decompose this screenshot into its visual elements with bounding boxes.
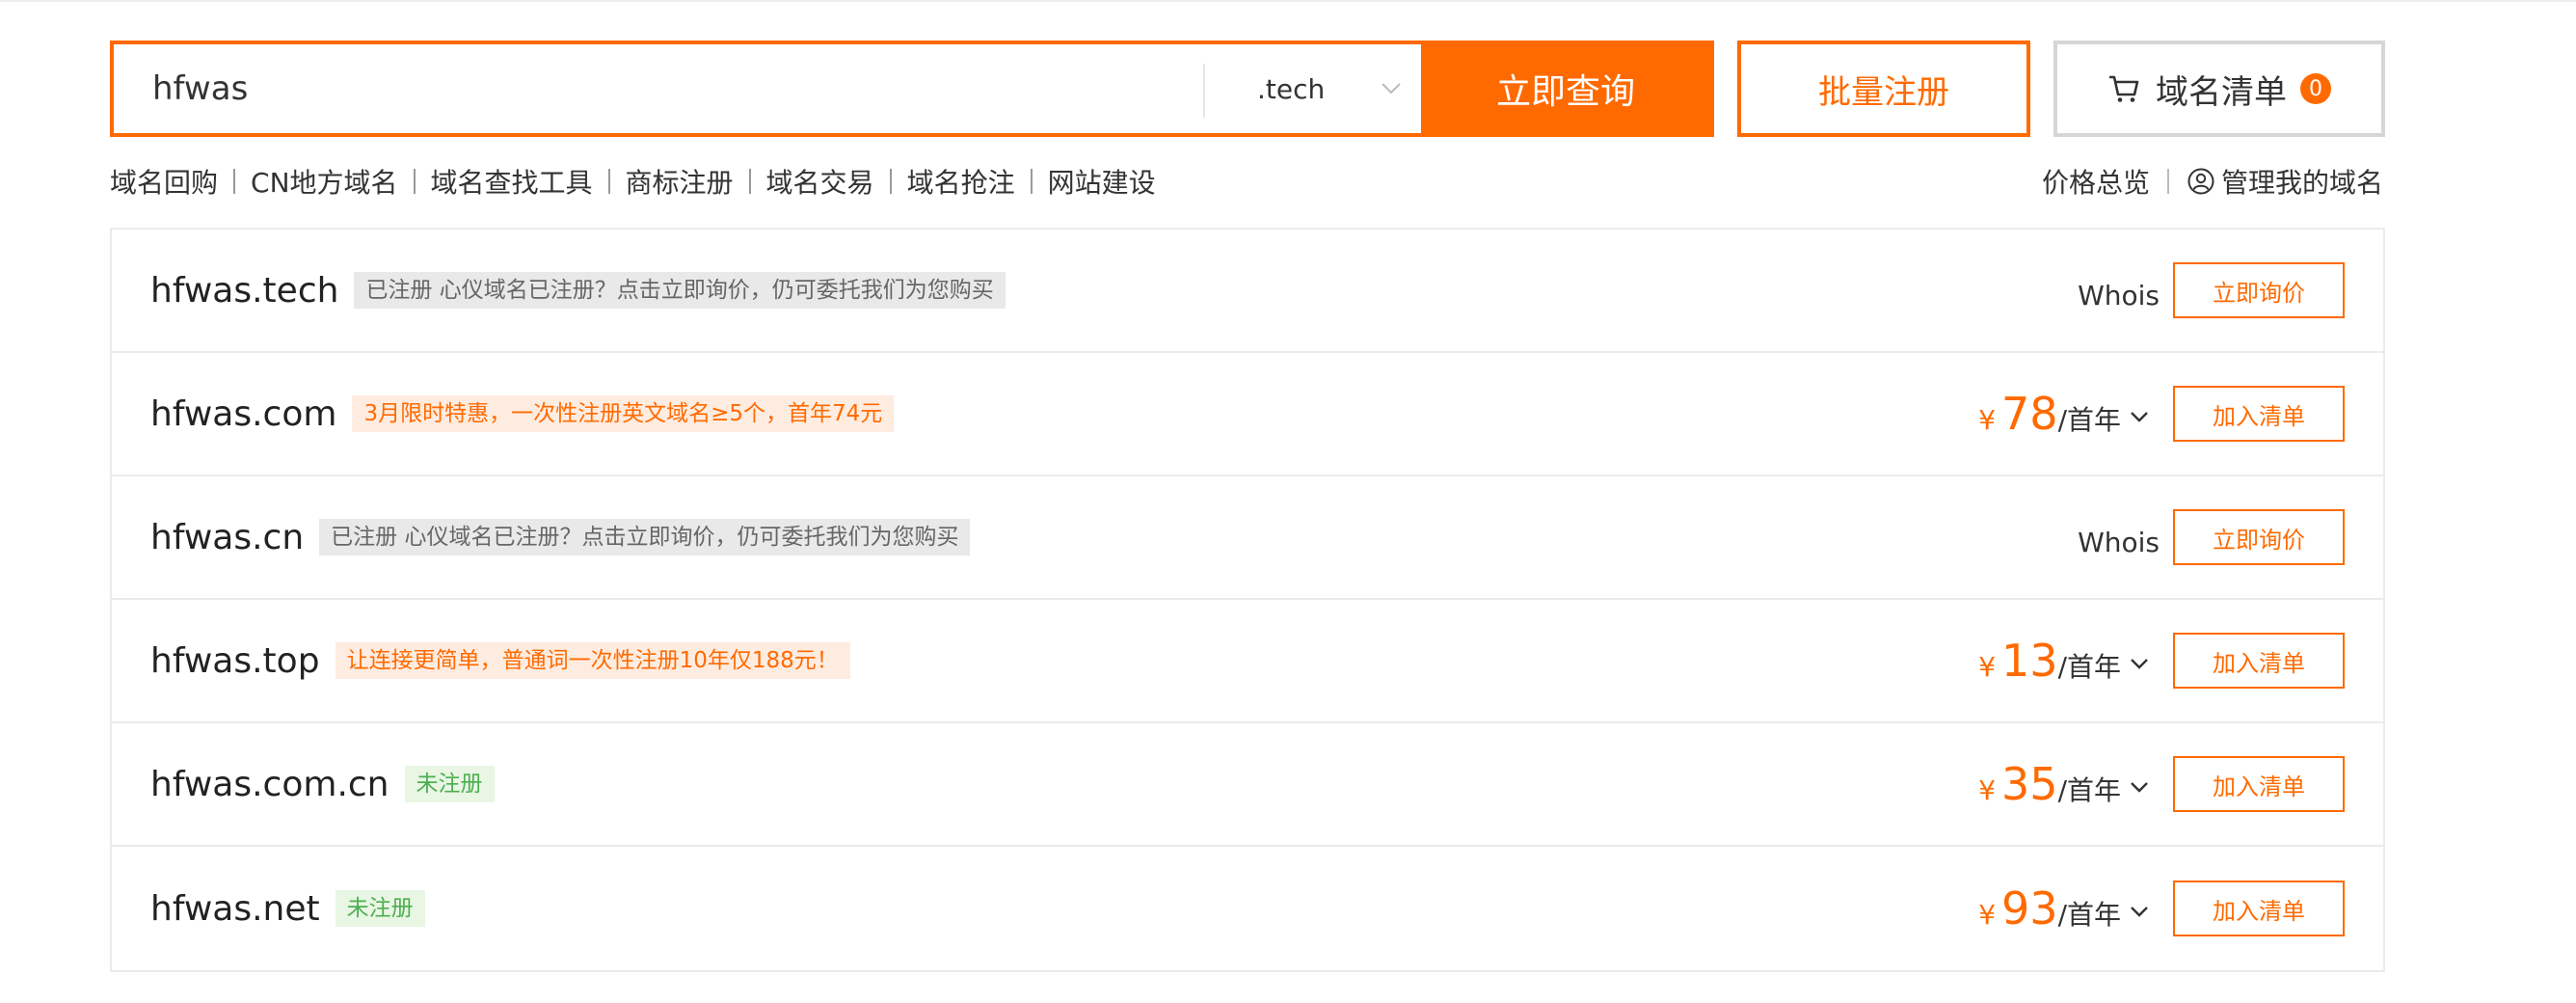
price-selector[interactable]: ¥ 35 /首年 <box>1978 758 2150 810</box>
sub-navigation: 域名回购 CN地方域名 域名查找工具 商标注册 域名交易 域名抢注 网站建设 <box>110 160 1156 203</box>
subnav-domain-buyback[interactable]: 域名回购 <box>110 162 218 201</box>
price-selector[interactable]: ¥ 78 /首年 <box>1978 388 2150 440</box>
price-selector[interactable]: ¥ 13 /首年 <box>1978 635 2150 687</box>
domain-name: hfwas.tech <box>150 270 339 311</box>
subnav-trademark-registration[interactable]: 商标注册 <box>626 162 734 201</box>
promo-tag: 让连接更简单，普通词一次性注册10年仅188元！ <box>335 642 850 679</box>
subnav-separator <box>413 169 416 194</box>
whois-link[interactable]: Whois <box>2078 280 2160 312</box>
currency-symbol: ¥ <box>1978 899 1997 931</box>
tld-select[interactable]: .tech <box>1203 44 1421 133</box>
manage-domains-link[interactable]: 管理我的域名 <box>2187 162 2383 201</box>
add-to-cart-button[interactable]: 加入清单 <box>2173 386 2345 442</box>
cart-count-badge: 0 <box>2300 73 2331 104</box>
subnav-separator <box>1030 169 1033 194</box>
price-unit: /首年 <box>2057 899 2121 931</box>
inquire-button[interactable]: 立即询价 <box>2173 262 2345 318</box>
subnav-cn-local-domain[interactable]: CN地方域名 <box>251 162 398 201</box>
chevron-down-icon <box>2131 659 2148 669</box>
domain-name: hfwas.top <box>150 640 320 681</box>
domain-result-row: hfwas.net 未注册 ¥ 93 /首年 加入清单 <box>112 847 2383 970</box>
promo-tag: 3月限时特惠，一次性注册英文域名≥5个，首年74元 <box>352 395 895 432</box>
domain-search-bar: .tech 立即查询 <box>110 41 1714 137</box>
currency-symbol: ¥ <box>1978 404 1997 436</box>
domain-results-list: hfwas.tech 已注册 心仪域名已注册？点击立即询价，仍可委托我们为您购买… <box>110 228 2385 972</box>
search-query-button[interactable]: 立即查询 <box>1421 44 1710 133</box>
tld-select-value: .tech <box>1257 72 1326 105</box>
add-to-cart-button[interactable]: 加入清单 <box>2173 756 2345 812</box>
chevron-down-icon <box>1382 83 1401 95</box>
domain-result-row: hfwas.com.cn 未注册 ¥ 35 /首年 加入清单 <box>112 723 2383 847</box>
price-unit: /首年 <box>2057 774 2121 806</box>
subnav-domain-trade[interactable]: 域名交易 <box>766 162 874 201</box>
subnav-separator <box>748 169 751 194</box>
domain-name: hfwas.com <box>150 393 337 434</box>
currency-symbol: ¥ <box>1978 651 1997 683</box>
user-icon <box>2187 168 2214 195</box>
domain-search-input[interactable] <box>114 44 1203 133</box>
price-value: 78 <box>2001 388 2058 440</box>
right-navigation: 价格总览 管理我的域名 <box>2042 160 2383 203</box>
domain-result-row: hfwas.tech 已注册 心仪域名已注册？点击立即询价，仍可委托我们为您购买… <box>112 230 2383 353</box>
price-overview-link[interactable]: 价格总览 <box>2042 162 2150 201</box>
chevron-down-icon <box>2131 782 2148 793</box>
chevron-down-icon <box>2131 907 2148 917</box>
cart-icon <box>2109 75 2139 102</box>
subnav-domain-lookup-tool[interactable]: 域名查找工具 <box>431 162 593 201</box>
domain-name: hfwas.net <box>150 888 320 929</box>
price-unit: /首年 <box>2057 404 2121 436</box>
subnav-separator <box>607 169 610 194</box>
add-to-cart-button[interactable]: 加入清单 <box>2173 881 2345 936</box>
price-value: 93 <box>2001 882 2058 935</box>
domain-name: hfwas.cn <box>150 517 305 557</box>
domain-cart-button[interactable]: 域名清单 0 <box>2053 41 2385 137</box>
inquire-button[interactable]: 立即询价 <box>2173 509 2345 565</box>
add-to-cart-button[interactable]: 加入清单 <box>2173 633 2345 689</box>
chevron-down-icon <box>2131 412 2148 422</box>
registered-tag: 已注册 心仪域名已注册？点击立即询价，仍可委托我们为您购买 <box>319 519 971 556</box>
available-tag: 未注册 <box>404 766 495 802</box>
subnav-separator <box>889 169 892 194</box>
whois-link[interactable]: Whois <box>2078 527 2160 558</box>
price-value: 13 <box>2001 635 2058 687</box>
available-tag: 未注册 <box>335 890 425 927</box>
subnav-website-building[interactable]: 网站建设 <box>1048 162 1156 201</box>
batch-register-button[interactable]: 批量注册 <box>1737 41 2030 137</box>
registered-tag: 已注册 心仪域名已注册？点击立即询价，仍可委托我们为您购买 <box>354 272 1006 309</box>
domain-result-row: hfwas.com 3月限时特惠，一次性注册英文域名≥5个，首年74元 ¥ 78… <box>112 353 2383 476</box>
subnav-separator <box>233 169 236 194</box>
subnav-domain-snapping[interactable]: 域名抢注 <box>907 162 1015 201</box>
currency-symbol: ¥ <box>1978 774 1997 806</box>
domain-result-row: hfwas.top 让连接更简单，普通词一次性注册10年仅188元！ ¥ 13 … <box>112 600 2383 723</box>
price-value: 35 <box>2001 758 2058 810</box>
domain-name: hfwas.com.cn <box>150 764 389 804</box>
cart-label: 域名清单 <box>2156 72 2287 112</box>
rightnav-separator <box>2166 169 2169 194</box>
price-unit: /首年 <box>2057 651 2121 683</box>
top-divider <box>0 0 2576 2</box>
price-selector[interactable]: ¥ 93 /首年 <box>1978 882 2150 935</box>
domain-result-row: hfwas.cn 已注册 心仪域名已注册？点击立即询价，仍可委托我们为您购买 W… <box>112 476 2383 600</box>
manage-domains-label: 管理我的域名 <box>2220 167 2383 199</box>
